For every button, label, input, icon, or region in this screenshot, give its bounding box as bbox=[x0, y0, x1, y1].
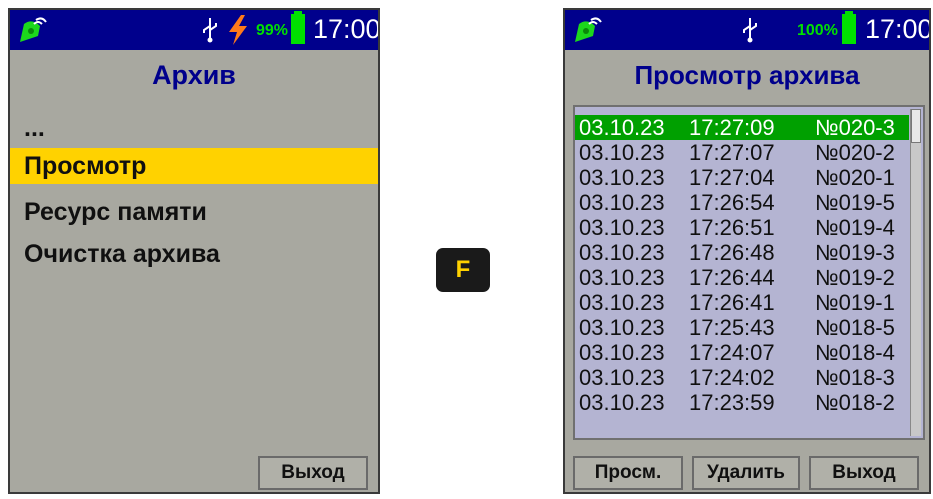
battery-percent: 100% bbox=[797, 22, 838, 39]
status-bar: 100% 17:00 bbox=[565, 10, 929, 50]
list-item[interactable]: 03.10.23 17:24:07 №018-4 bbox=[575, 340, 909, 365]
record-date: 03.10.23 bbox=[579, 115, 665, 140]
view-button[interactable]: Просм. bbox=[573, 456, 683, 490]
list-item[interactable]: 03.10.23 17:26:48 №019-3 bbox=[575, 240, 909, 265]
record-number: №019-1 bbox=[815, 290, 895, 315]
scrollbar-thumb[interactable] bbox=[911, 109, 921, 143]
record-date: 03.10.23 bbox=[579, 390, 665, 415]
list-item[interactable]: 03.10.23 17:26:41 №019-1 bbox=[575, 290, 909, 315]
list-item[interactable]: 03.10.23 17:26:51 №019-4 bbox=[575, 215, 909, 240]
record-time: 17:26:48 bbox=[689, 240, 775, 265]
usb-icon bbox=[203, 18, 217, 43]
record-date: 03.10.23 bbox=[579, 315, 665, 340]
record-date: 03.10.23 bbox=[579, 190, 665, 215]
satellite-icon bbox=[575, 17, 602, 42]
list-item[interactable]: 03.10.23 17:26:54 №019-5 bbox=[575, 190, 909, 215]
clock: 17:00 bbox=[865, 14, 931, 44]
record-date: 03.10.23 bbox=[579, 165, 665, 190]
menu-item-memory[interactable]: Ресурс памяти bbox=[10, 194, 378, 230]
f-key-icon: F bbox=[436, 248, 490, 292]
usb-icon bbox=[743, 18, 757, 43]
battery-icon bbox=[842, 11, 856, 44]
record-date: 03.10.23 bbox=[579, 140, 665, 165]
record-date: 03.10.23 bbox=[579, 340, 665, 365]
record-number: №018-2 bbox=[815, 390, 895, 415]
list-item[interactable]: 03.10.23 17:24:02 №018-3 bbox=[575, 365, 909, 390]
record-time: 17:27:07 bbox=[689, 140, 775, 165]
record-time: 17:25:43 bbox=[689, 315, 775, 340]
exit-button[interactable]: Выход bbox=[809, 456, 919, 490]
record-number: №019-4 bbox=[815, 215, 895, 240]
record-time: 17:27:09 bbox=[689, 115, 775, 140]
page-title: Просмотр архива bbox=[634, 60, 860, 90]
satellite-icon bbox=[20, 17, 47, 42]
record-number: №020-2 bbox=[815, 140, 895, 165]
record-date: 03.10.23 bbox=[579, 265, 665, 290]
list-item[interactable]: 03.10.23 17:23:59 №018-2 bbox=[575, 390, 909, 415]
record-number: №020-1 bbox=[815, 165, 895, 190]
battery-icon bbox=[291, 11, 305, 44]
record-time: 17:26:54 bbox=[689, 190, 775, 215]
record-number: №018-4 bbox=[815, 340, 895, 365]
page-title: Архив bbox=[152, 60, 236, 90]
menu-item-back[interactable]: ... bbox=[10, 110, 378, 146]
list-item[interactable]: 03.10.23 17:27:09 №020-3 bbox=[575, 115, 909, 140]
record-time: 17:24:07 bbox=[689, 340, 775, 365]
record-number: №018-5 bbox=[815, 315, 895, 340]
record-number: №019-3 bbox=[815, 240, 895, 265]
record-number: №019-5 bbox=[815, 190, 895, 215]
exit-button[interactable]: Выход bbox=[258, 456, 368, 490]
battery-percent: 99% bbox=[256, 22, 289, 39]
list-item[interactable]: 03.10.23 17:25:43 №018-5 bbox=[575, 315, 909, 340]
record-date: 03.10.23 bbox=[579, 215, 665, 240]
record-time: 17:26:44 bbox=[689, 265, 775, 290]
record-number: №019-2 bbox=[815, 265, 895, 290]
archive-view-screen: 100% 17:00 Просмотр архива 03.10.23 17:27… bbox=[563, 8, 931, 494]
record-time: 17:23:59 bbox=[689, 390, 775, 415]
menu-item-clear[interactable]: Очистка архива bbox=[10, 236, 378, 272]
record-date: 03.10.23 bbox=[579, 240, 665, 265]
record-time: 17:26:41 bbox=[689, 290, 775, 315]
scrollbar[interactable] bbox=[910, 109, 921, 436]
record-number: №018-3 bbox=[815, 365, 895, 390]
record-time: 17:26:51 bbox=[689, 215, 775, 240]
status-bar: 99% 17:00 bbox=[10, 10, 378, 50]
delete-button[interactable]: Удалить bbox=[692, 456, 800, 490]
record-number: №020-3 bbox=[815, 115, 895, 140]
charging-icon bbox=[229, 15, 247, 45]
record-time: 17:27:04 bbox=[689, 165, 775, 190]
record-date: 03.10.23 bbox=[579, 365, 665, 390]
list-item[interactable]: 03.10.23 17:26:44 №019-2 bbox=[575, 265, 909, 290]
record-time: 17:24:02 bbox=[689, 365, 775, 390]
menu-item-view[interactable]: Просмотр bbox=[10, 148, 378, 184]
archive-list[interactable]: 03.10.23 17:27:09 №020-3 03.10.23 17:27:07 №0… bbox=[573, 105, 925, 440]
record-date: 03.10.23 bbox=[579, 290, 665, 315]
list-item[interactable]: 03.10.23 17:27:07 №020-2 bbox=[575, 140, 909, 165]
archive-menu-screen: 99% 17:00 Архив ... Просмотр Ресурс памя… bbox=[8, 8, 380, 494]
list-item[interactable]: 03.10.23 17:27:04 №020-1 bbox=[575, 165, 909, 190]
clock: 17:00 bbox=[313, 14, 380, 44]
